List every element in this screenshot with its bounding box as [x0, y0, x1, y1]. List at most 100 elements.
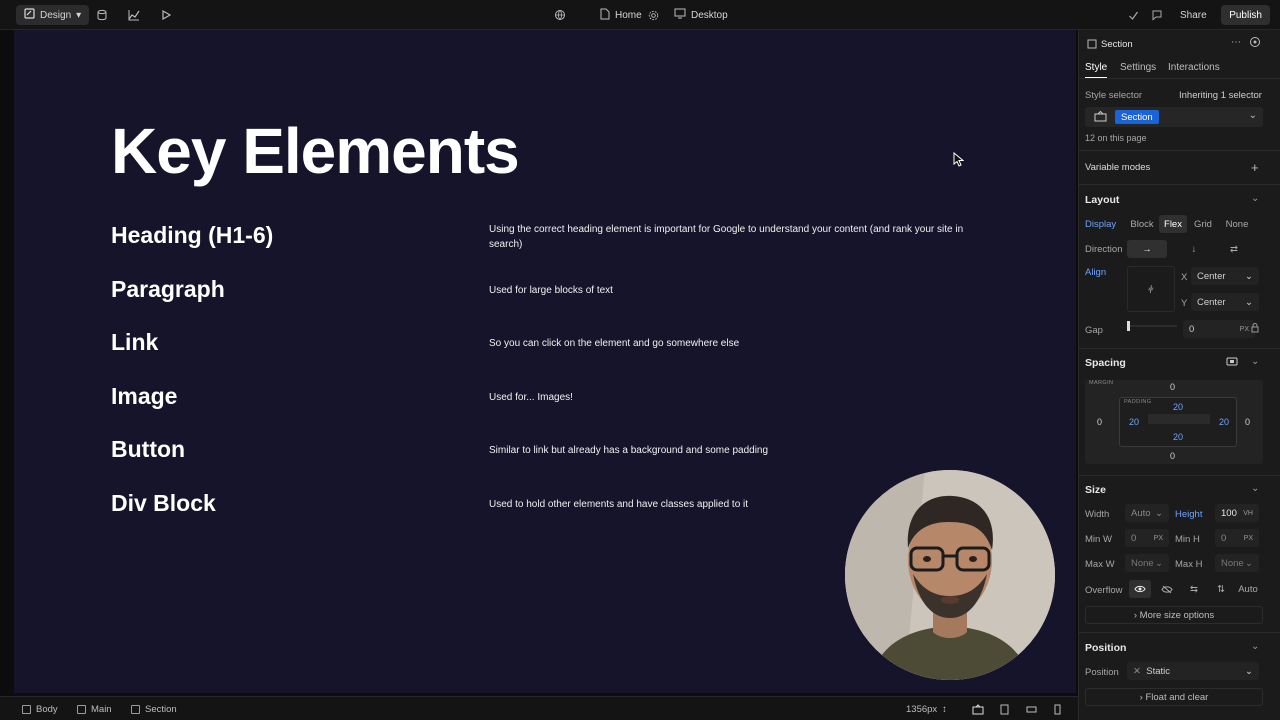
preview-play-icon[interactable] — [160, 0, 172, 30]
margin-bottom-value[interactable]: 0 — [1170, 451, 1175, 461]
tab-interactions[interactable]: Interactions — [1168, 62, 1220, 73]
padding-right-value[interactable]: 20 — [1219, 417, 1229, 427]
align-y-select[interactable]: Center ⌄ — [1191, 293, 1259, 311]
breadcrumb-main[interactable]: Main — [77, 697, 112, 720]
padding-top-value[interactable]: 20 — [1173, 402, 1183, 412]
chevron-down-icon: ⌄ — [1245, 270, 1253, 282]
overflow-scroll-icon[interactable]: ⇆ — [1183, 580, 1205, 598]
alignment-grid[interactable]: ⫩ — [1127, 266, 1175, 312]
max-height-input[interactable]: None ⌄ — [1215, 554, 1259, 572]
direction-horizontal-arrow-icon[interactable]: → — [1127, 240, 1167, 258]
gap-label: Gap — [1085, 325, 1103, 336]
tab-settings[interactable]: Settings — [1120, 62, 1156, 73]
display-none-option[interactable]: None — [1219, 215, 1255, 233]
lock-icon[interactable] — [1251, 323, 1259, 336]
globe-icon[interactable] — [554, 0, 566, 30]
breakpoint-name: Desktop — [691, 9, 728, 21]
element-desc-button[interactable]: Similar to link but already has a backgr… — [489, 443, 969, 458]
page-selector[interactable]: Home — [600, 0, 642, 30]
margin-left-value[interactable]: 0 — [1097, 417, 1102, 427]
breadcrumb-body[interactable]: Body — [22, 697, 58, 720]
page-heading[interactable]: Key Elements — [111, 114, 520, 188]
chevron-down-icon[interactable]: ⌄ — [1249, 110, 1257, 121]
gap-input[interactable]: 0 PX — [1183, 320, 1255, 338]
gap-slider-handle[interactable] — [1127, 321, 1130, 331]
chevron-down-icon: ⌄ — [1155, 507, 1163, 519]
publish-button[interactable]: Publish — [1221, 5, 1270, 25]
more-options-icon[interactable]: ⋯ — [1231, 37, 1241, 48]
element-desc-paragraph[interactable]: Used for large blocks of text — [489, 283, 969, 298]
overflow-auto-option[interactable]: Auto — [1237, 580, 1259, 598]
selector-chip[interactable]: Section — [1115, 110, 1159, 124]
element-title-link[interactable]: Link — [111, 329, 158, 356]
chevron-down-icon[interactable]: ⌄ — [1251, 641, 1259, 652]
element-title-heading[interactable]: Heading (H1-6) — [111, 222, 273, 249]
inheriting-label[interactable]: Inheriting 1 selector — [1179, 90, 1262, 101]
style-selector-field[interactable]: Section ⌄ — [1085, 107, 1263, 127]
display-block-option[interactable]: Block — [1127, 215, 1157, 233]
chevron-down-icon[interactable]: ⌄ — [1251, 193, 1259, 204]
analytics-icon[interactable] — [128, 0, 140, 30]
element-desc-heading[interactable]: Using the correct heading element is imp… — [489, 222, 969, 252]
overflow-clip-icon[interactable]: ⇅ — [1210, 580, 1232, 598]
padding-bottom-value[interactable]: 20 — [1173, 432, 1183, 442]
spacing-preset-icon[interactable] — [1226, 357, 1238, 369]
spacing-box-model[interactable]: MARGIN 0 0 0 0 PADDING 20 20 20 20 — [1085, 380, 1263, 464]
checkmark-icon[interactable] — [1128, 0, 1139, 30]
float-and-clear-button[interactable]: › Float and clear — [1085, 688, 1263, 706]
gap-slider[interactable] — [1127, 321, 1177, 331]
add-variable-mode-icon[interactable]: + — [1251, 160, 1259, 175]
share-button[interactable]: Share — [1180, 0, 1207, 30]
design-mode-button[interactable]: Design ▾ — [16, 5, 90, 25]
direction-vertical-arrow-icon[interactable]: ↓ — [1179, 240, 1209, 258]
cms-icon[interactable] — [96, 0, 108, 30]
padding-left-value[interactable]: 20 — [1129, 417, 1139, 427]
padding-box[interactable]: PADDING 20 20 20 20 — [1119, 397, 1237, 447]
position-heading[interactable]: Position — [1085, 642, 1126, 654]
overflow-visible-eye-icon[interactable] — [1129, 580, 1151, 598]
position-select[interactable]: ✕ Static ⌄ — [1127, 662, 1259, 680]
share-label: Share — [1180, 9, 1207, 21]
presenter-webcam-avatar — [845, 470, 1055, 680]
chevron-down-icon: ▾ — [76, 9, 82, 21]
margin-top-value[interactable]: 0 — [1170, 382, 1175, 392]
spacing-heading[interactable]: Spacing — [1085, 357, 1126, 369]
navigator-icon[interactable] — [972, 697, 984, 720]
width-input[interactable]: Auto ⌄ — [1125, 504, 1169, 522]
breadcrumb-section[interactable]: Section — [131, 697, 177, 720]
breakpoint-selector[interactable]: Desktop — [674, 0, 728, 30]
mobile-landscape-icon[interactable] — [1026, 697, 1037, 720]
chevron-down-icon[interactable]: ⌄ — [1251, 483, 1259, 494]
chevron-down-icon[interactable]: ⌄ — [1251, 356, 1259, 367]
display-flex-option[interactable]: Flex — [1159, 215, 1187, 233]
comment-icon[interactable] — [1151, 0, 1163, 30]
display-grid-option[interactable]: Grid — [1189, 215, 1217, 233]
min-width-input[interactable]: 0 PX — [1125, 529, 1169, 547]
reverse-direction-icon[interactable]: ⇄ — [1219, 240, 1249, 258]
max-width-input[interactable]: None ⌄ — [1125, 554, 1169, 572]
element-title-button[interactable]: Button — [111, 436, 185, 463]
margin-right-value[interactable]: 0 — [1245, 417, 1250, 427]
align-y-value: Center — [1197, 296, 1226, 308]
tab-style[interactable]: Style — [1085, 62, 1108, 79]
element-title-paragraph[interactable]: Paragraph — [111, 276, 225, 303]
size-heading[interactable]: Size — [1085, 484, 1106, 496]
min-height-input[interactable]: 0 PX — [1215, 529, 1259, 547]
overflow-hidden-eye-off-icon[interactable] — [1156, 580, 1178, 598]
element-title-image[interactable]: Image — [111, 383, 177, 410]
mobile-portrait-icon[interactable] — [1054, 697, 1061, 720]
more-size-options-button[interactable]: › More size options — [1085, 606, 1263, 624]
align-x-select[interactable]: Center ⌄ — [1191, 267, 1259, 285]
element-desc-link[interactable]: So you can click on the element and go s… — [489, 336, 969, 351]
align-y-label: Y — [1181, 298, 1188, 309]
chevron-down-icon: ⌄ — [1155, 557, 1163, 569]
page-settings-gear-icon[interactable] — [648, 0, 659, 30]
element-desc-image[interactable]: Used for... Images! — [489, 390, 969, 405]
tablet-icon[interactable] — [1000, 697, 1009, 720]
layout-heading[interactable]: Layout — [1085, 194, 1119, 206]
canvas-width-readout[interactable]: 1356px ↕ — [906, 697, 947, 720]
selector-state-icon[interactable] — [1094, 110, 1107, 125]
component-icon[interactable] — [1249, 36, 1261, 51]
height-input[interactable]: 100 VH — [1215, 504, 1259, 522]
element-title-div-block[interactable]: Div Block — [111, 490, 216, 517]
